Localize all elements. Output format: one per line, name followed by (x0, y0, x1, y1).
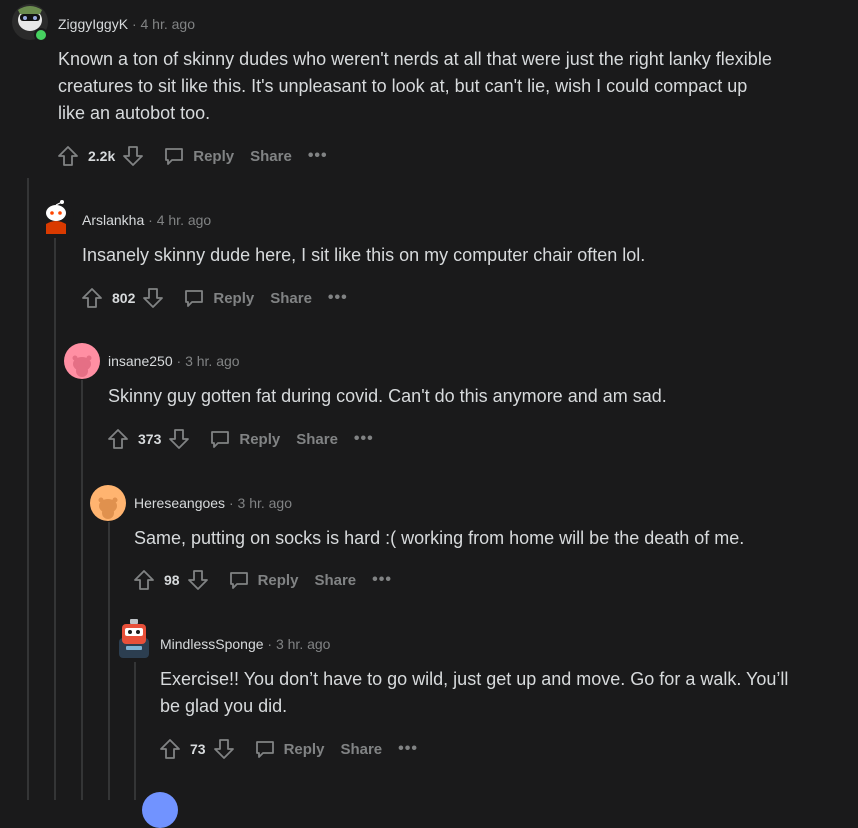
comment-bubble-icon (185, 290, 204, 307)
reply-button[interactable]: Reply (254, 738, 325, 760)
separator: · (131, 16, 137, 32)
avatar[interactable] (90, 485, 126, 521)
reply-button[interactable]: Reply (209, 428, 280, 450)
reply-label: Reply (257, 571, 299, 589)
separator: · (267, 636, 273, 652)
separator: · (148, 212, 153, 228)
downvote-icon[interactable] (186, 568, 210, 592)
reply-label: Reply (283, 740, 325, 758)
downvote-icon[interactable] (212, 737, 236, 761)
share-button[interactable]: Share (340, 741, 382, 758)
vote-count: 73 (190, 741, 206, 757)
more-options-icon[interactable]: ••• (308, 147, 328, 165)
more-options-icon[interactable]: ••• (372, 571, 392, 589)
username[interactable]: insane250 (108, 353, 173, 369)
avatar[interactable] (12, 4, 48, 42)
username[interactable]: Arslankha (82, 212, 144, 228)
vote-count: 802 (112, 290, 136, 306)
timestamp[interactable]: 4 hr. ago (141, 16, 196, 32)
reply-label: Reply (239, 430, 281, 448)
avatar[interactable] (64, 343, 100, 379)
comment-meta: ZiggyIggyK · 4 hr. ago (58, 15, 195, 33)
comment-actions: 802 Reply Share ••• (80, 284, 348, 312)
comment-body: Exercise!! You don’t have to go wild, ju… (160, 669, 789, 716)
comment-body: Skinny guy gotten fat during covid. Can'… (108, 386, 667, 406)
comment-meta: MindlessSponge · 3 hr. ago (160, 635, 330, 653)
downvote-icon[interactable] (121, 144, 145, 168)
more-options-icon[interactable]: ••• (354, 430, 374, 448)
username[interactable]: Hereseangoes (134, 495, 225, 511)
comment-bubble-icon (229, 572, 248, 589)
downvote-icon[interactable] (167, 427, 191, 451)
upvote-icon[interactable] (80, 286, 104, 310)
comment-body: Known a ton of skinny dudes who weren't … (58, 49, 772, 123)
separator: · (176, 353, 182, 369)
reply-button[interactable]: Reply (183, 287, 254, 309)
comment-bubble-icon (211, 431, 230, 448)
comment-bubble-icon (165, 148, 184, 165)
default-snoo-avatar-icon (142, 792, 178, 828)
upvote-icon[interactable] (56, 144, 80, 168)
comment-actions: 98 Reply Share ••• (132, 566, 392, 594)
online-status-icon (34, 28, 48, 42)
comment-body: Same, putting on socks is hard :( workin… (134, 528, 745, 548)
reply-label: Reply (213, 289, 255, 307)
comment-meta: Arslankha · 4 hr. ago (82, 211, 211, 229)
thread-line-level-4[interactable] (108, 522, 110, 800)
share-button[interactable]: Share (250, 148, 292, 165)
share-button[interactable]: Share (270, 290, 312, 307)
default-snoo-avatar-icon (64, 343, 100, 379)
thread-line-level-1[interactable] (27, 178, 29, 800)
more-options-icon[interactable]: ••• (398, 740, 418, 758)
vote-count: 98 (164, 572, 180, 588)
share-button[interactable]: Share (296, 431, 338, 448)
share-button[interactable]: Share (314, 572, 356, 589)
separator: · (228, 495, 234, 511)
comment-actions: 373 Reply Share ••• (106, 425, 374, 453)
timestamp[interactable]: 4 hr. ago (157, 212, 212, 228)
avatar[interactable] (38, 198, 74, 234)
username[interactable]: ZiggyIggyK (58, 16, 128, 32)
vote-count: 373 (138, 431, 162, 447)
downvote-icon[interactable] (141, 286, 165, 310)
reply-button[interactable]: Reply (228, 569, 299, 591)
timestamp[interactable]: 3 hr. ago (185, 353, 240, 369)
avatar[interactable] (116, 618, 152, 658)
reply-label: Reply (193, 147, 235, 165)
avatar-partial[interactable] (142, 792, 178, 828)
thread-line-level-5[interactable] (134, 662, 136, 800)
username[interactable]: MindlessSponge (160, 636, 264, 652)
comment-bubble-icon (255, 741, 274, 758)
comment-body: Insanely skinny dude here, I sit like th… (82, 245, 646, 265)
comment-actions: 73 Reply Share ••• (158, 735, 418, 763)
thread-line-level-2[interactable] (54, 238, 56, 800)
more-options-icon[interactable]: ••• (328, 289, 348, 307)
robot-snoo-avatar-icon (119, 619, 149, 658)
comment-meta: Hereseangoes · 3 hr. ago (134, 494, 292, 512)
comment-meta: insane250 · 3 hr. ago (108, 352, 240, 370)
vote-count: 2.2k (88, 148, 116, 164)
comment-actions: 2.2k Reply Share ••• (56, 142, 328, 170)
upvote-icon[interactable] (106, 427, 130, 451)
default-snoo-avatar-icon (90, 485, 126, 521)
snoo-avatar-icon (38, 198, 74, 234)
reply-button[interactable]: Reply (163, 145, 234, 167)
timestamp[interactable]: 3 hr. ago (238, 495, 293, 511)
thread-line-level-3[interactable] (81, 380, 83, 800)
upvote-icon[interactable] (132, 568, 156, 592)
upvote-icon[interactable] (158, 737, 182, 761)
timestamp[interactable]: 3 hr. ago (276, 636, 331, 652)
